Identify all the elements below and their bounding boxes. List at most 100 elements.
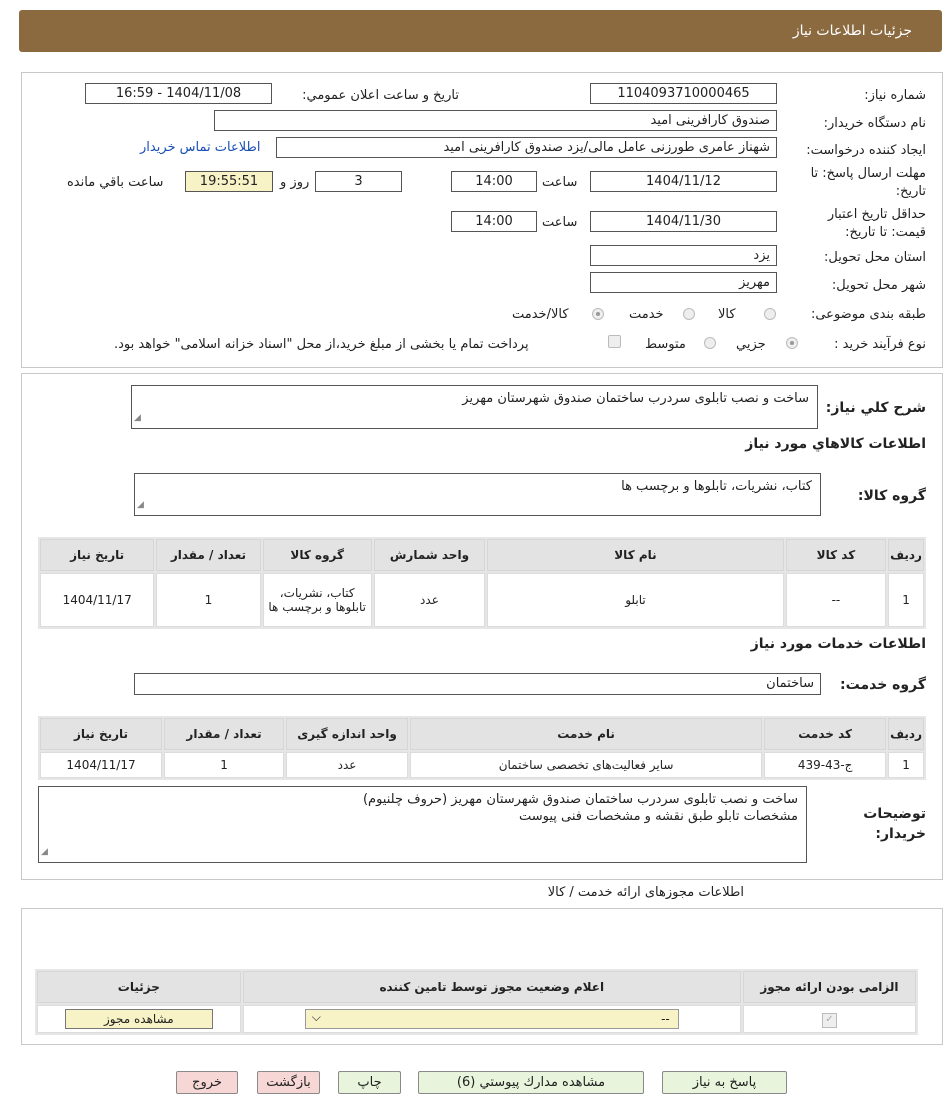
goods-col-qty: تعداد / مقدار bbox=[156, 539, 261, 571]
goods-col-row: رديف bbox=[888, 539, 924, 571]
required-checkbox[interactable]: ✓ bbox=[821, 1012, 837, 1028]
category-radio-goods[interactable] bbox=[764, 308, 776, 320]
buyer-notes-line-2: مشخصات تابلو طبق نقشه و مشخصات فنی پیوست bbox=[518, 809, 798, 824]
buyer-notes-label-1: توضيحات bbox=[863, 806, 926, 822]
remaining-time-field: 19:55:51 bbox=[185, 171, 273, 192]
service-cell-qty: 1 bbox=[164, 752, 285, 778]
buyer-notes-textarea[interactable]: ساخت و نصب تابلوی سردرب ساختمان صندوق شه… bbox=[38, 786, 807, 863]
service-col-date: تاريخ نياز bbox=[40, 718, 163, 750]
validity-time-field: 14:00 bbox=[451, 211, 537, 232]
goods-group-label: گروه کالا: bbox=[857, 488, 926, 504]
back-button[interactable]: بازگشت bbox=[257, 1071, 320, 1094]
permits-col-status: اعلام وضعیت مجوز توسط تامین کننده bbox=[242, 971, 741, 1003]
goods-cell-unit: عدد bbox=[373, 573, 486, 627]
permit-status-select[interactable]: -- ⌵ bbox=[304, 1009, 679, 1029]
service-col-qty: تعداد / مقدار bbox=[164, 718, 285, 750]
process-radio-medium[interactable] bbox=[704, 337, 716, 349]
goods-group-text: کتاب، نشریات، تابلوها و برچسب ها bbox=[621, 479, 812, 494]
service-col-code: کد خدمت bbox=[764, 718, 887, 750]
process-radio-partial[interactable] bbox=[786, 337, 798, 349]
print-button[interactable]: چاپ bbox=[338, 1071, 401, 1094]
goods-cell-name: تابلو bbox=[487, 573, 784, 627]
requester-field: شهناز عامری طورزنی عامل مالی/یزد صندوق ک… bbox=[276, 137, 777, 158]
buyer-org-field: صندوق کارافرینی امید bbox=[214, 110, 777, 131]
goods-group-textarea[interactable]: کتاب، نشریات، تابلوها و برچسب ها ◢ bbox=[134, 473, 821, 516]
treasury-note: پرداخت تمام یا بخشی از مبلغ خرید،از محل … bbox=[114, 337, 529, 352]
permits-section-title: اطلاعات مجوزهای ارائه خدمت / کالا bbox=[547, 885, 744, 900]
process-option-partial: جزيي bbox=[736, 337, 766, 352]
deadline-date-field: 1404/11/12 bbox=[590, 171, 777, 192]
service-col-unit: واحد اندازه گیری bbox=[286, 718, 409, 750]
permits-table: الزامی بودن ارائه مجوز اعلام وضعیت مجوز … bbox=[35, 969, 918, 1035]
general-desc-text: ساخت و نصب تابلوی سردرب ساختمان صندوق شه… bbox=[462, 391, 809, 406]
service-cell-name: سایر فعالیت‌های تخصصی ساختمان bbox=[410, 752, 763, 778]
general-desc-textarea[interactable]: ساخت و نصب تابلوی سردرب ساختمان صندوق شه… bbox=[131, 385, 818, 429]
goods-col-name: نام کالا bbox=[487, 539, 784, 571]
deadline-label-2: تاریخ: bbox=[895, 184, 926, 199]
treasury-checkbox[interactable] bbox=[608, 335, 621, 348]
process-label: نوع فرآیند خرید : bbox=[834, 337, 926, 352]
permits-col-details: جزئیات bbox=[37, 971, 241, 1003]
general-desc-label: شرح كلي نياز: bbox=[825, 400, 926, 416]
goods-cell-row: 1 bbox=[888, 573, 924, 627]
category-radio-goods-service[interactable] bbox=[592, 308, 604, 320]
service-table-header-row: رديف کد خدمت نام خدمت واحد اندازه گیری ت… bbox=[40, 718, 924, 750]
view-attachments-button[interactable]: مشاهده مدارك پيوستي (6) bbox=[418, 1071, 644, 1094]
goods-section-title: اطلاعات كالاهاي مورد نياز bbox=[745, 436, 926, 452]
permits-cell-required: ✓ bbox=[742, 1005, 916, 1033]
validity-time-label: ساعت bbox=[542, 215, 578, 230]
resize-grip-icon: ◢ bbox=[41, 847, 48, 857]
service-cell-code: ج-43-439 bbox=[764, 752, 887, 778]
province-label: استان محل تحويل: bbox=[824, 250, 926, 265]
page-header: جزئیات اطلاعات نیاز bbox=[19, 10, 942, 52]
category-radio-service[interactable] bbox=[683, 308, 695, 320]
table-row: 1 ج-43-439 سایر فعالیت‌های تخصصی ساختمان… bbox=[40, 752, 924, 778]
exit-button[interactable]: خروج bbox=[176, 1071, 238, 1094]
buyer-contact-link[interactable]: اطلاعات تماس خريدار bbox=[140, 140, 260, 155]
deadline-label-1: مهلت ارسال پاسخ: تا bbox=[810, 166, 926, 181]
view-permit-button[interactable]: مشاهده مجوز bbox=[64, 1009, 213, 1029]
service-group-label: گروه خدمت: bbox=[840, 677, 926, 693]
remaining-label: ساعت باقي مانده bbox=[67, 175, 164, 190]
category-label: طبقه بندی موضوعی: bbox=[810, 307, 926, 322]
days-label: روز و bbox=[280, 175, 310, 190]
services-section-title: اطلاعات خدمات مورد نياز bbox=[750, 636, 926, 652]
page-title: جزئیات اطلاعات نیاز bbox=[792, 23, 912, 39]
announce-label: تاریخ و ساعت اعلان عمومي: bbox=[302, 88, 459, 103]
service-cell-row: 1 bbox=[888, 752, 924, 778]
permits-cell-details: مشاهده مجوز bbox=[37, 1005, 241, 1033]
table-row: 1 -- تابلو عدد کتاب، نشریات، تابلوها و ب… bbox=[40, 573, 924, 627]
province-field: یزد bbox=[590, 245, 777, 266]
buyer-notes-label-2: خريدار: bbox=[875, 826, 926, 842]
permit-status-value: -- bbox=[661, 1012, 670, 1026]
requester-label: ایجاد کننده درخواست: bbox=[806, 143, 926, 158]
goods-table: رديف کد کالا نام کالا واحد شمارش گروه کا… bbox=[38, 537, 926, 629]
process-option-medium: متوسط bbox=[645, 337, 686, 352]
buyer-notes-line-1: ساخت و نصب تابلوی سردرب ساختمان صندوق شه… bbox=[362, 792, 798, 807]
goods-col-unit: واحد شمارش bbox=[373, 539, 486, 571]
buyer-org-label: نام دستگاه خريدار: bbox=[823, 116, 926, 131]
resize-grip-icon: ◢ bbox=[134, 413, 141, 423]
deadline-time-label: ساعت bbox=[542, 175, 578, 190]
days-field: 3 bbox=[315, 171, 402, 192]
table-row: ✓ -- ⌵ مشاهده مجوز bbox=[37, 1005, 916, 1033]
deadline-time-field: 14:00 bbox=[451, 171, 537, 192]
city-field: مهریز bbox=[590, 272, 777, 293]
goods-table-header-row: رديف کد کالا نام کالا واحد شمارش گروه کا… bbox=[40, 539, 924, 571]
service-cell-date: 1404/11/17 bbox=[40, 752, 163, 778]
service-col-row: رديف bbox=[888, 718, 924, 750]
need-number-field: 1104093710000465 bbox=[590, 83, 777, 104]
goods-col-group: گروه کالا bbox=[262, 539, 372, 571]
service-col-name: نام خدمت bbox=[410, 718, 763, 750]
category-option-goods-service: کالا/خدمت bbox=[512, 307, 569, 322]
goods-cell-group: کتاب، نشریات، تابلوها و برچسب ها bbox=[262, 573, 372, 627]
reply-button[interactable]: پاسخ به نیاز bbox=[662, 1071, 787, 1094]
service-group-field: ساختمان bbox=[134, 673, 821, 695]
goods-cell-code: -- bbox=[785, 573, 887, 627]
service-table: رديف کد خدمت نام خدمت واحد اندازه گیری ت… bbox=[38, 716, 926, 780]
category-option-service: خدمت bbox=[629, 307, 664, 322]
permits-cell-status: -- ⌵ bbox=[242, 1005, 741, 1033]
validity-date-field: 1404/11/30 bbox=[590, 211, 777, 232]
city-label: شهر محل تحويل: bbox=[831, 278, 926, 293]
category-option-goods: کالا bbox=[718, 307, 736, 322]
